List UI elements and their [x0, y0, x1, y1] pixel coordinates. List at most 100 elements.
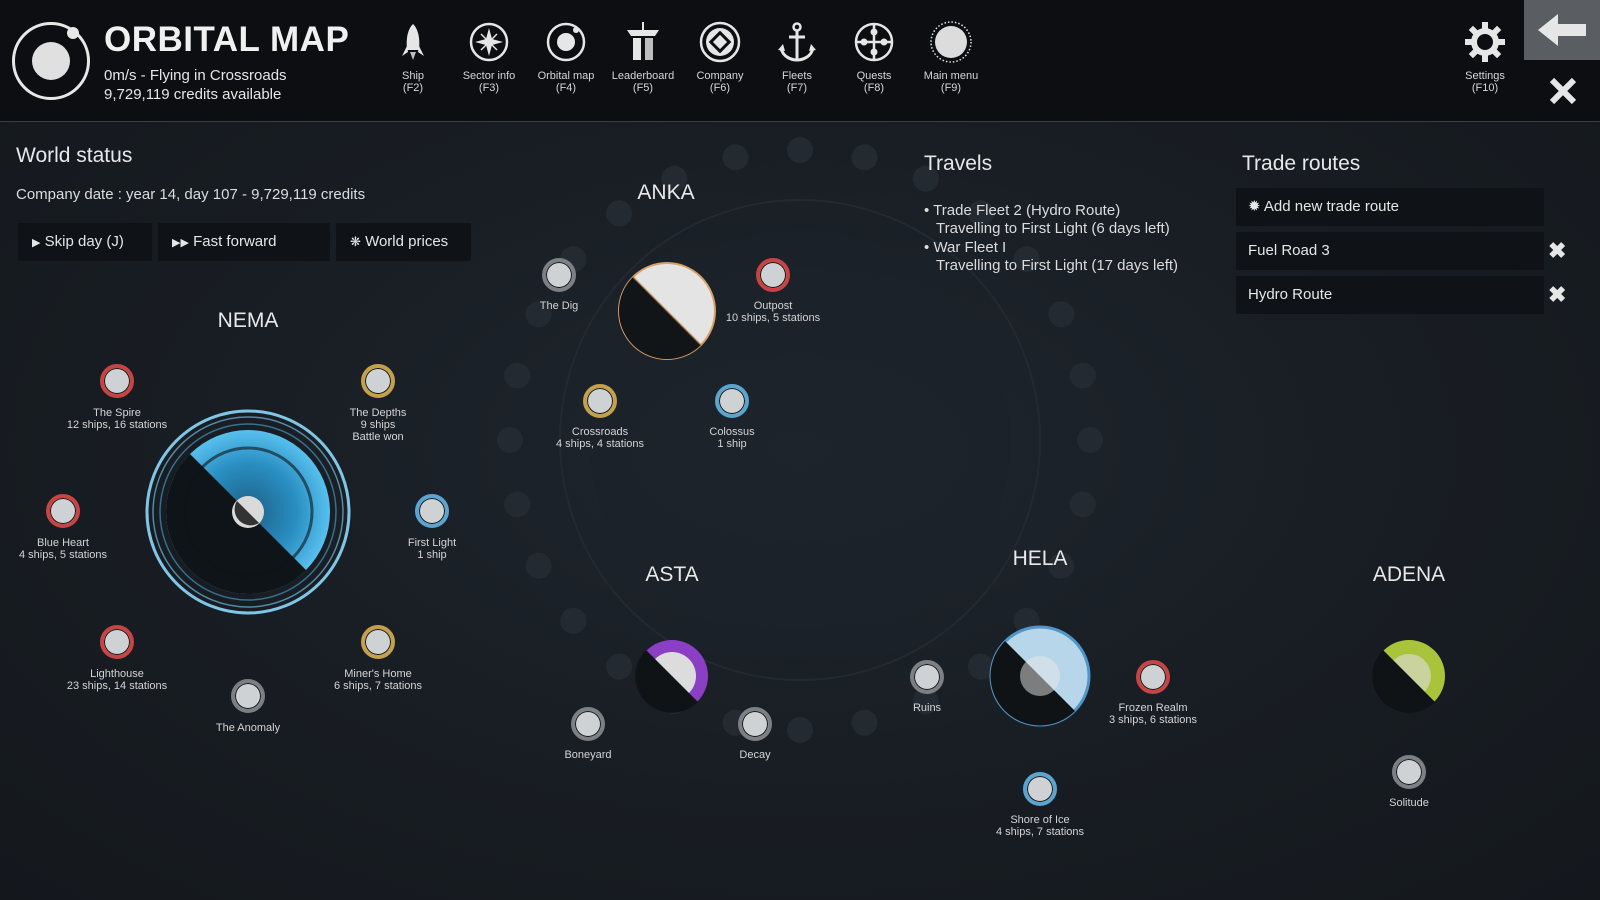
orbit-dot: [606, 200, 633, 227]
orbit-dot: [497, 427, 523, 453]
nav-key: (F2): [402, 82, 424, 94]
nav-company[interactable]: Company (F6): [680, 20, 760, 94]
nav-key: (F7): [786, 82, 808, 94]
close-icon: ✖: [1548, 238, 1567, 263]
back-button[interactable]: [1524, 0, 1600, 60]
station-colossus[interactable]: [715, 384, 749, 418]
orbit-dot: [525, 552, 552, 579]
add-trade-route-button[interactable]: ✹ Add new trade route: [1236, 188, 1544, 226]
nav-label: Main menu: [923, 70, 979, 82]
world-status-title: World status: [16, 144, 133, 167]
station-blue-heart[interactable]: [46, 494, 80, 528]
button-label: Fast forward: [193, 233, 277, 250]
nav-main-menu[interactable]: Main menu (F9): [911, 20, 991, 94]
nav-orbital-map[interactable]: Orbital map (F4): [526, 20, 606, 94]
station-first-light[interactable]: [415, 494, 449, 528]
planet-nema[interactable]: [145, 409, 351, 615]
orbit-dot: [851, 709, 878, 736]
station-lighthouse[interactable]: [100, 625, 134, 659]
nav-quests[interactable]: Quests (F8): [834, 20, 914, 94]
nav-label: Company: [696, 70, 744, 82]
nav-fleets[interactable]: Fleets (F7): [757, 20, 837, 94]
station-the-anomaly[interactable]: [231, 679, 265, 713]
planet-hela[interactable]: [989, 625, 1091, 727]
close-icon: [1549, 77, 1577, 105]
compass-star-icon: [467, 20, 511, 64]
world-prices-button[interactable]: ❋ World prices: [336, 223, 471, 261]
station-label: The Dig: [539, 300, 579, 312]
nav-key: (F6): [709, 82, 731, 94]
button-label: Skip day (J): [44, 233, 124, 250]
orbit-icon: [544, 20, 588, 64]
travel-item[interactable]: • War Fleet I Travelling to First Light …: [924, 239, 1178, 275]
orbit-dot: [560, 607, 587, 634]
nav-sector-info[interactable]: Sector info (F3): [449, 20, 529, 94]
bullet-icon: •: [924, 239, 930, 256]
close-button[interactable]: [1548, 76, 1578, 115]
system-name-hela: HELA: [1012, 547, 1068, 570]
station-the-depths[interactable]: [361, 364, 395, 398]
station-crossroads[interactable]: [583, 384, 617, 418]
station-label: Shore of Ice 4 ships, 7 stations: [995, 814, 1085, 838]
travel-item[interactable]: • Trade Fleet 2 (Hydro Route) Travelling…: [924, 202, 1170, 238]
nav-ship[interactable]: Ship (F2): [373, 20, 453, 94]
travel-status: Travelling to First Light (17 days left): [936, 257, 1179, 274]
station-label: First Light 1 ship: [407, 537, 457, 561]
orbit-dot: [1069, 362, 1096, 389]
planet-adena[interactable]: [1371, 638, 1447, 714]
orbit-dot: [504, 491, 531, 518]
trade-route-name: Hydro Route: [1248, 286, 1333, 303]
top-bar: ORBITAL MAP 0m/s - Flying in Crossroads …: [0, 0, 1600, 122]
orbit-dot: [504, 362, 531, 389]
delete-route-button[interactable]: ✖: [1548, 238, 1566, 264]
station-label: The Spire 12 ships, 16 stations: [66, 407, 168, 431]
station-label: Decay: [739, 749, 771, 761]
station-label: The Anomaly: [215, 722, 281, 734]
system-name-anka: ANKA: [637, 181, 695, 204]
nav-label: Orbital map: [537, 70, 595, 82]
nav-settings[interactable]: Settings (F10): [1445, 20, 1525, 94]
station-boneyard[interactable]: [571, 707, 605, 741]
station-solitude[interactable]: [1392, 755, 1426, 789]
arrow-left-icon: [1538, 14, 1586, 46]
nav-key: (F8): [863, 82, 885, 94]
station-frozen-realm[interactable]: [1136, 660, 1170, 694]
rocket-icon: [391, 20, 435, 64]
station-outpost[interactable]: [756, 258, 790, 292]
fast-forward-button[interactable]: ▶▶ Fast forward: [158, 223, 330, 261]
station-label: Miner's Home 6 ships, 7 stations: [333, 668, 423, 692]
station-the-spire[interactable]: [100, 364, 134, 398]
delete-route-button[interactable]: ✖: [1548, 282, 1566, 308]
station-ruins[interactable]: [910, 660, 944, 694]
trade-route-name: Fuel Road 3: [1248, 242, 1330, 259]
station-miners-home[interactable]: [361, 625, 395, 659]
gear-icon: [1463, 20, 1507, 64]
trade-route-item[interactable]: Hydro Route: [1236, 276, 1544, 314]
station-the-dig[interactable]: [542, 258, 576, 292]
station-label: The Depths 9 ships Battle won: [349, 407, 407, 443]
close-icon: ✖: [1548, 282, 1567, 307]
button-label: Add new trade route: [1263, 198, 1400, 215]
fast-forward-icon: ▶▶: [172, 237, 189, 249]
planet-anka[interactable]: [617, 261, 717, 361]
nav-key: (F3): [478, 82, 500, 94]
planet-asta[interactable]: [634, 638, 710, 714]
nav-key: (F4): [555, 82, 577, 94]
trade-route-item[interactable]: Fuel Road 3: [1236, 232, 1544, 270]
speed-status: 0m/s - Flying in Crossroads: [104, 67, 287, 84]
station-shore-of-ice[interactable]: [1023, 772, 1057, 806]
anchor-icon: [775, 20, 819, 64]
station-decay[interactable]: [738, 707, 772, 741]
station-label: Frozen Realm 3 ships, 6 stations: [1108, 702, 1198, 726]
nav-label: Fleets: [782, 70, 812, 82]
page-title: ORBITAL MAP: [104, 20, 350, 59]
podium-icon: [621, 20, 665, 64]
planet-menu-icon: [929, 20, 973, 64]
station-label: Lighthouse 23 ships, 14 stations: [66, 668, 168, 692]
skip-day-button[interactable]: ▶ Skip day (J): [18, 223, 152, 261]
play-icon: ▶: [32, 237, 41, 249]
nav-leaderboard[interactable]: Leaderboard (F5): [603, 20, 683, 94]
station-label: Blue Heart 4 ships, 5 stations: [18, 537, 108, 561]
orbit-logo-icon: [12, 22, 90, 100]
station-label: Outpost 10 ships, 5 stations: [725, 300, 821, 324]
